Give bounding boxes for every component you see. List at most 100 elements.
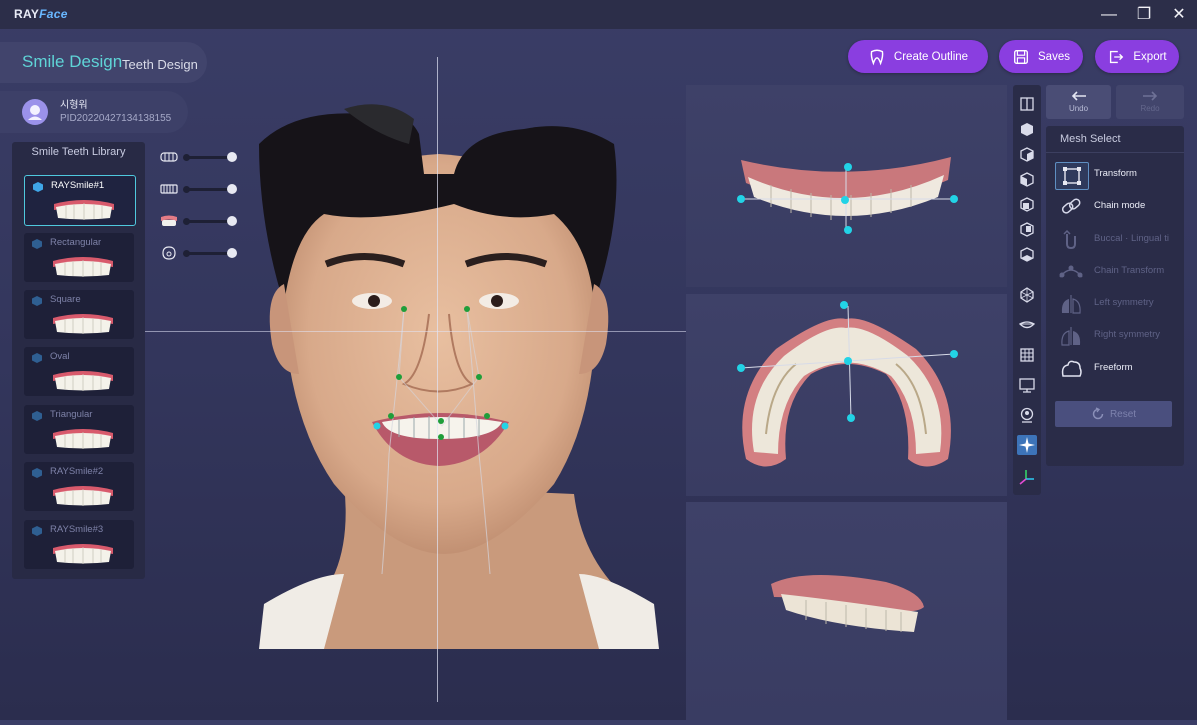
freeform-label: Freeform xyxy=(1094,362,1133,373)
gum-opacity-slider[interactable] xyxy=(160,214,238,228)
teeth-thumbnail xyxy=(53,371,113,391)
grid-icon[interactable] xyxy=(1017,345,1037,365)
library-item[interactable]: RAYSmile#1 xyxy=(24,175,136,226)
cube-top-icon[interactable] xyxy=(1017,119,1037,139)
slider-knob[interactable] xyxy=(227,248,237,258)
front-arch-model xyxy=(737,157,958,234)
occlusal-arch-model xyxy=(737,301,958,467)
right-symmetry-option[interactable]: Right symmetry xyxy=(1055,321,1180,349)
undo-arrow-icon xyxy=(1071,91,1086,101)
buccal-lingual-option[interactable]: Buccal · Lingual ti xyxy=(1055,225,1180,253)
redo-label: Redo xyxy=(1140,104,1160,113)
face-3d-viewport[interactable] xyxy=(254,104,664,649)
front-view-icon[interactable] xyxy=(1017,94,1037,114)
cube-icon xyxy=(32,239,42,249)
vertical-guide-line[interactable] xyxy=(437,57,438,702)
transform-tool-icon[interactable] xyxy=(1017,435,1037,455)
library-item[interactable]: RAYSmile#2 xyxy=(24,462,134,511)
cube-left-icon[interactable] xyxy=(1017,169,1037,189)
maximize-button[interactable]: ❐ xyxy=(1133,4,1155,26)
patient-id: PID20220427134138155 xyxy=(60,113,172,124)
export-button[interactable]: Export xyxy=(1095,40,1179,73)
tilt-icon xyxy=(1063,229,1076,250)
chain-transform-option[interactable]: Chain Transform xyxy=(1055,257,1180,285)
face-icon xyxy=(162,246,176,260)
teeth-row-icon xyxy=(160,152,178,162)
buccal-lingual-label: Buccal · Lingual ti xyxy=(1094,233,1169,244)
transform-label: Transform xyxy=(1094,168,1137,179)
library-item-label: Triangular xyxy=(50,409,93,420)
saves-label: Saves xyxy=(1038,50,1070,63)
app-logo: RAYFace xyxy=(14,7,68,21)
redo-arrow-icon xyxy=(1143,91,1158,101)
teeth-thumbnail xyxy=(54,200,114,220)
lips-icon[interactable] xyxy=(1017,315,1037,335)
library-item-label: Rectangular xyxy=(50,237,102,248)
cube-right-icon[interactable] xyxy=(1017,144,1037,164)
slider-knob[interactable] xyxy=(227,184,237,194)
library-item[interactable]: Square xyxy=(24,290,134,339)
teeth-thumbnail xyxy=(53,429,113,449)
library-item-label: Square xyxy=(50,294,81,305)
cube-icon xyxy=(32,296,42,306)
teeth-thumbnail xyxy=(53,257,113,277)
redo-button[interactable]: Redo xyxy=(1116,85,1184,119)
library-item-label: RAYSmile#2 xyxy=(50,466,104,477)
mode-title: Smile Design xyxy=(22,52,123,71)
minimize-button[interactable]: — xyxy=(1098,4,1120,26)
cube-icon xyxy=(32,411,42,421)
transform-icon xyxy=(1055,162,1089,190)
title-bar xyxy=(0,0,1197,29)
close-button[interactable]: ✕ xyxy=(1168,4,1190,26)
create-outline-button[interactable]: Create Outline xyxy=(848,40,988,73)
reset-button[interactable]: Reset xyxy=(1055,401,1172,427)
library-item[interactable]: Triangular xyxy=(24,405,134,454)
teeth-thumbnail xyxy=(53,314,113,334)
gum-icon xyxy=(161,215,177,226)
front-view-pane[interactable] xyxy=(686,85,1007,287)
chain-mode-option[interactable]: Chain mode xyxy=(1055,192,1180,220)
transform-option[interactable]: Transform xyxy=(1055,160,1180,190)
cube-bottom-icon[interactable] xyxy=(1017,244,1037,264)
slider-knob[interactable] xyxy=(227,216,237,226)
left-symmetry-icon xyxy=(1061,295,1081,314)
library-item[interactable]: Oval xyxy=(24,347,134,396)
cube-front-icon[interactable] xyxy=(1017,194,1037,214)
mode-subtitle: Teeth Design xyxy=(122,57,198,72)
freeform-option[interactable]: Freeform xyxy=(1055,354,1180,382)
cube-icon xyxy=(33,182,43,192)
library-item-label: Oval xyxy=(50,351,70,362)
cube-back-icon[interactable] xyxy=(1017,219,1037,239)
view-toolbar xyxy=(1013,85,1041,495)
minimize-icon: — xyxy=(1101,6,1117,23)
export-label: Export xyxy=(1133,50,1167,63)
cube-icon xyxy=(32,353,42,363)
face-opacity-slider[interactable] xyxy=(160,246,238,260)
avatar xyxy=(22,99,48,125)
right-symmetry-label: Right symmetry xyxy=(1094,329,1160,340)
library-item[interactable]: Rectangular xyxy=(24,233,134,282)
teeth-grid-icon xyxy=(160,184,178,194)
undo-button[interactable]: Undo xyxy=(1046,85,1111,119)
zoom-fit-icon[interactable] xyxy=(1017,405,1037,425)
mesh-select-title: Mesh Select xyxy=(1060,133,1121,145)
perspective-icon[interactable] xyxy=(1017,285,1037,305)
export-icon xyxy=(1110,50,1124,63)
tooth-icon xyxy=(870,49,884,65)
right-symmetry-icon xyxy=(1061,327,1081,346)
tooth-size-slider[interactable] xyxy=(160,182,238,196)
side-view-pane[interactable] xyxy=(686,502,1007,720)
occlusal-view-pane[interactable] xyxy=(686,294,1007,496)
tooth-width-slider[interactable] xyxy=(160,150,238,164)
monitor-icon[interactable] xyxy=(1017,375,1037,395)
close-icon: ✕ xyxy=(1172,6,1186,23)
axis-icon[interactable] xyxy=(1017,467,1037,487)
library-item-label: RAYSmile#3 xyxy=(50,524,104,535)
library-item[interactable]: RAYSmile#3 xyxy=(24,520,134,569)
saves-button[interactable]: Saves xyxy=(999,40,1083,73)
slider-knob[interactable] xyxy=(227,152,237,162)
library-item-label: RAYSmile#1 xyxy=(51,180,105,191)
left-symmetry-option[interactable]: Left symmetry xyxy=(1055,289,1180,317)
chain-mode-label: Chain mode xyxy=(1094,200,1146,211)
chain-transform-label: Chain Transform xyxy=(1094,265,1165,276)
